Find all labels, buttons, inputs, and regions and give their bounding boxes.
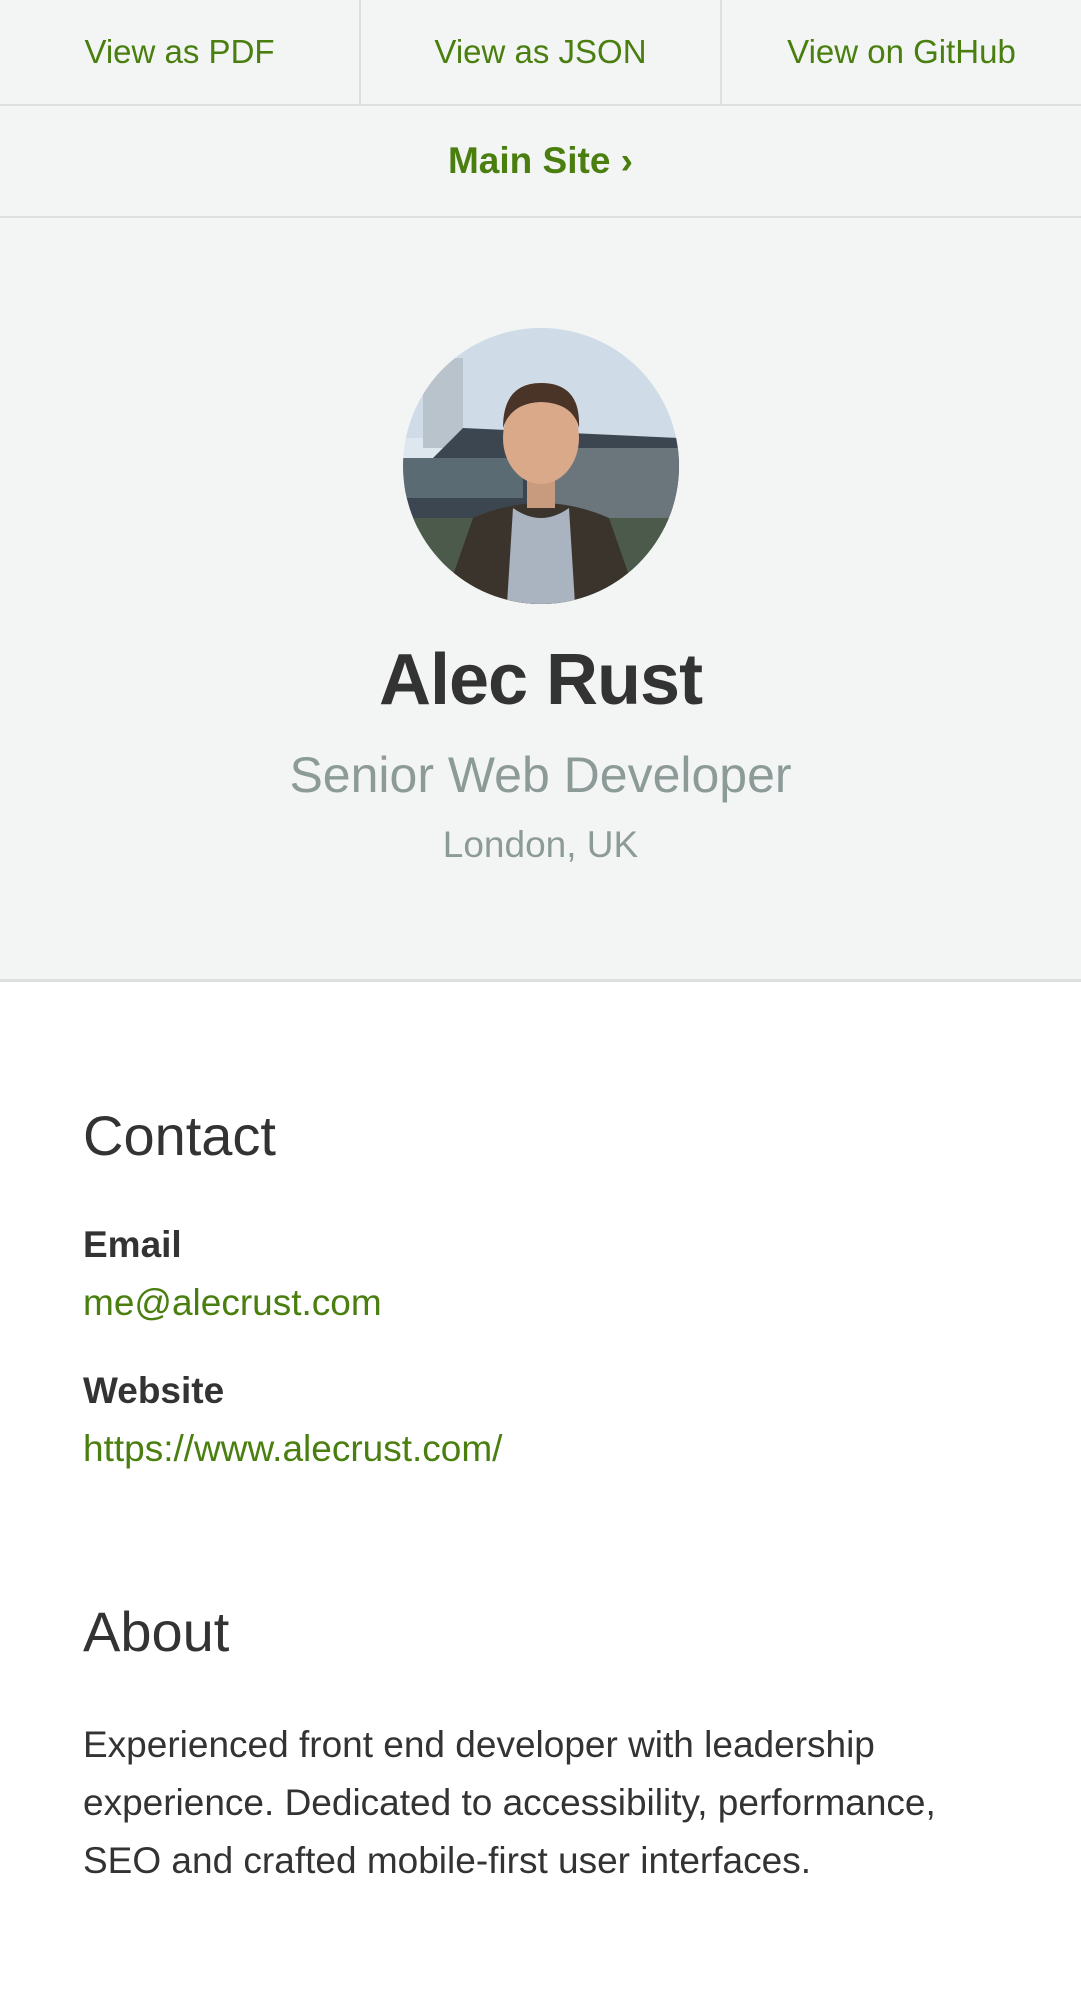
view-on-github-link[interactable]: View on GitHub (720, 0, 1081, 104)
view-as-pdf-link[interactable]: View as PDF (0, 0, 359, 104)
main-content: Contact Email me@alecrust.com Website ht… (0, 1108, 1081, 1890)
contact-section: Contact Email me@alecrust.com Website ht… (83, 1108, 998, 1469)
about-section: About Experienced front end developer wi… (83, 1604, 998, 1890)
avatar-photo (402, 328, 679, 604)
email-label: Email (83, 1224, 182, 1265)
profile-title: Senior Web Developer (289, 747, 792, 803)
about-heading: About (83, 1600, 230, 1664)
view-as-json-link[interactable]: View as JSON (359, 0, 720, 104)
website-link[interactable]: https://www.alecrust.com/ (83, 1428, 998, 1470)
about-text: Experienced front end developer with lea… (83, 1724, 936, 1882)
main-site-link[interactable]: Main Site › (448, 140, 633, 182)
avatar (402, 328, 679, 604)
profile-location: London, UK (442, 824, 639, 865)
website-label: Website (83, 1369, 225, 1411)
profile-name: Alec Rust (378, 640, 703, 720)
profile-header: Alec Rust Senior Web Developer London, U… (0, 218, 1081, 982)
main-site-bar: Main Site › (0, 106, 1081, 218)
top-nav: View as PDF View as JSON View on GitHub (0, 0, 1081, 106)
contact-heading: Contact (83, 1104, 276, 1167)
email-link[interactable]: me@alecrust.com (83, 1282, 998, 1324)
